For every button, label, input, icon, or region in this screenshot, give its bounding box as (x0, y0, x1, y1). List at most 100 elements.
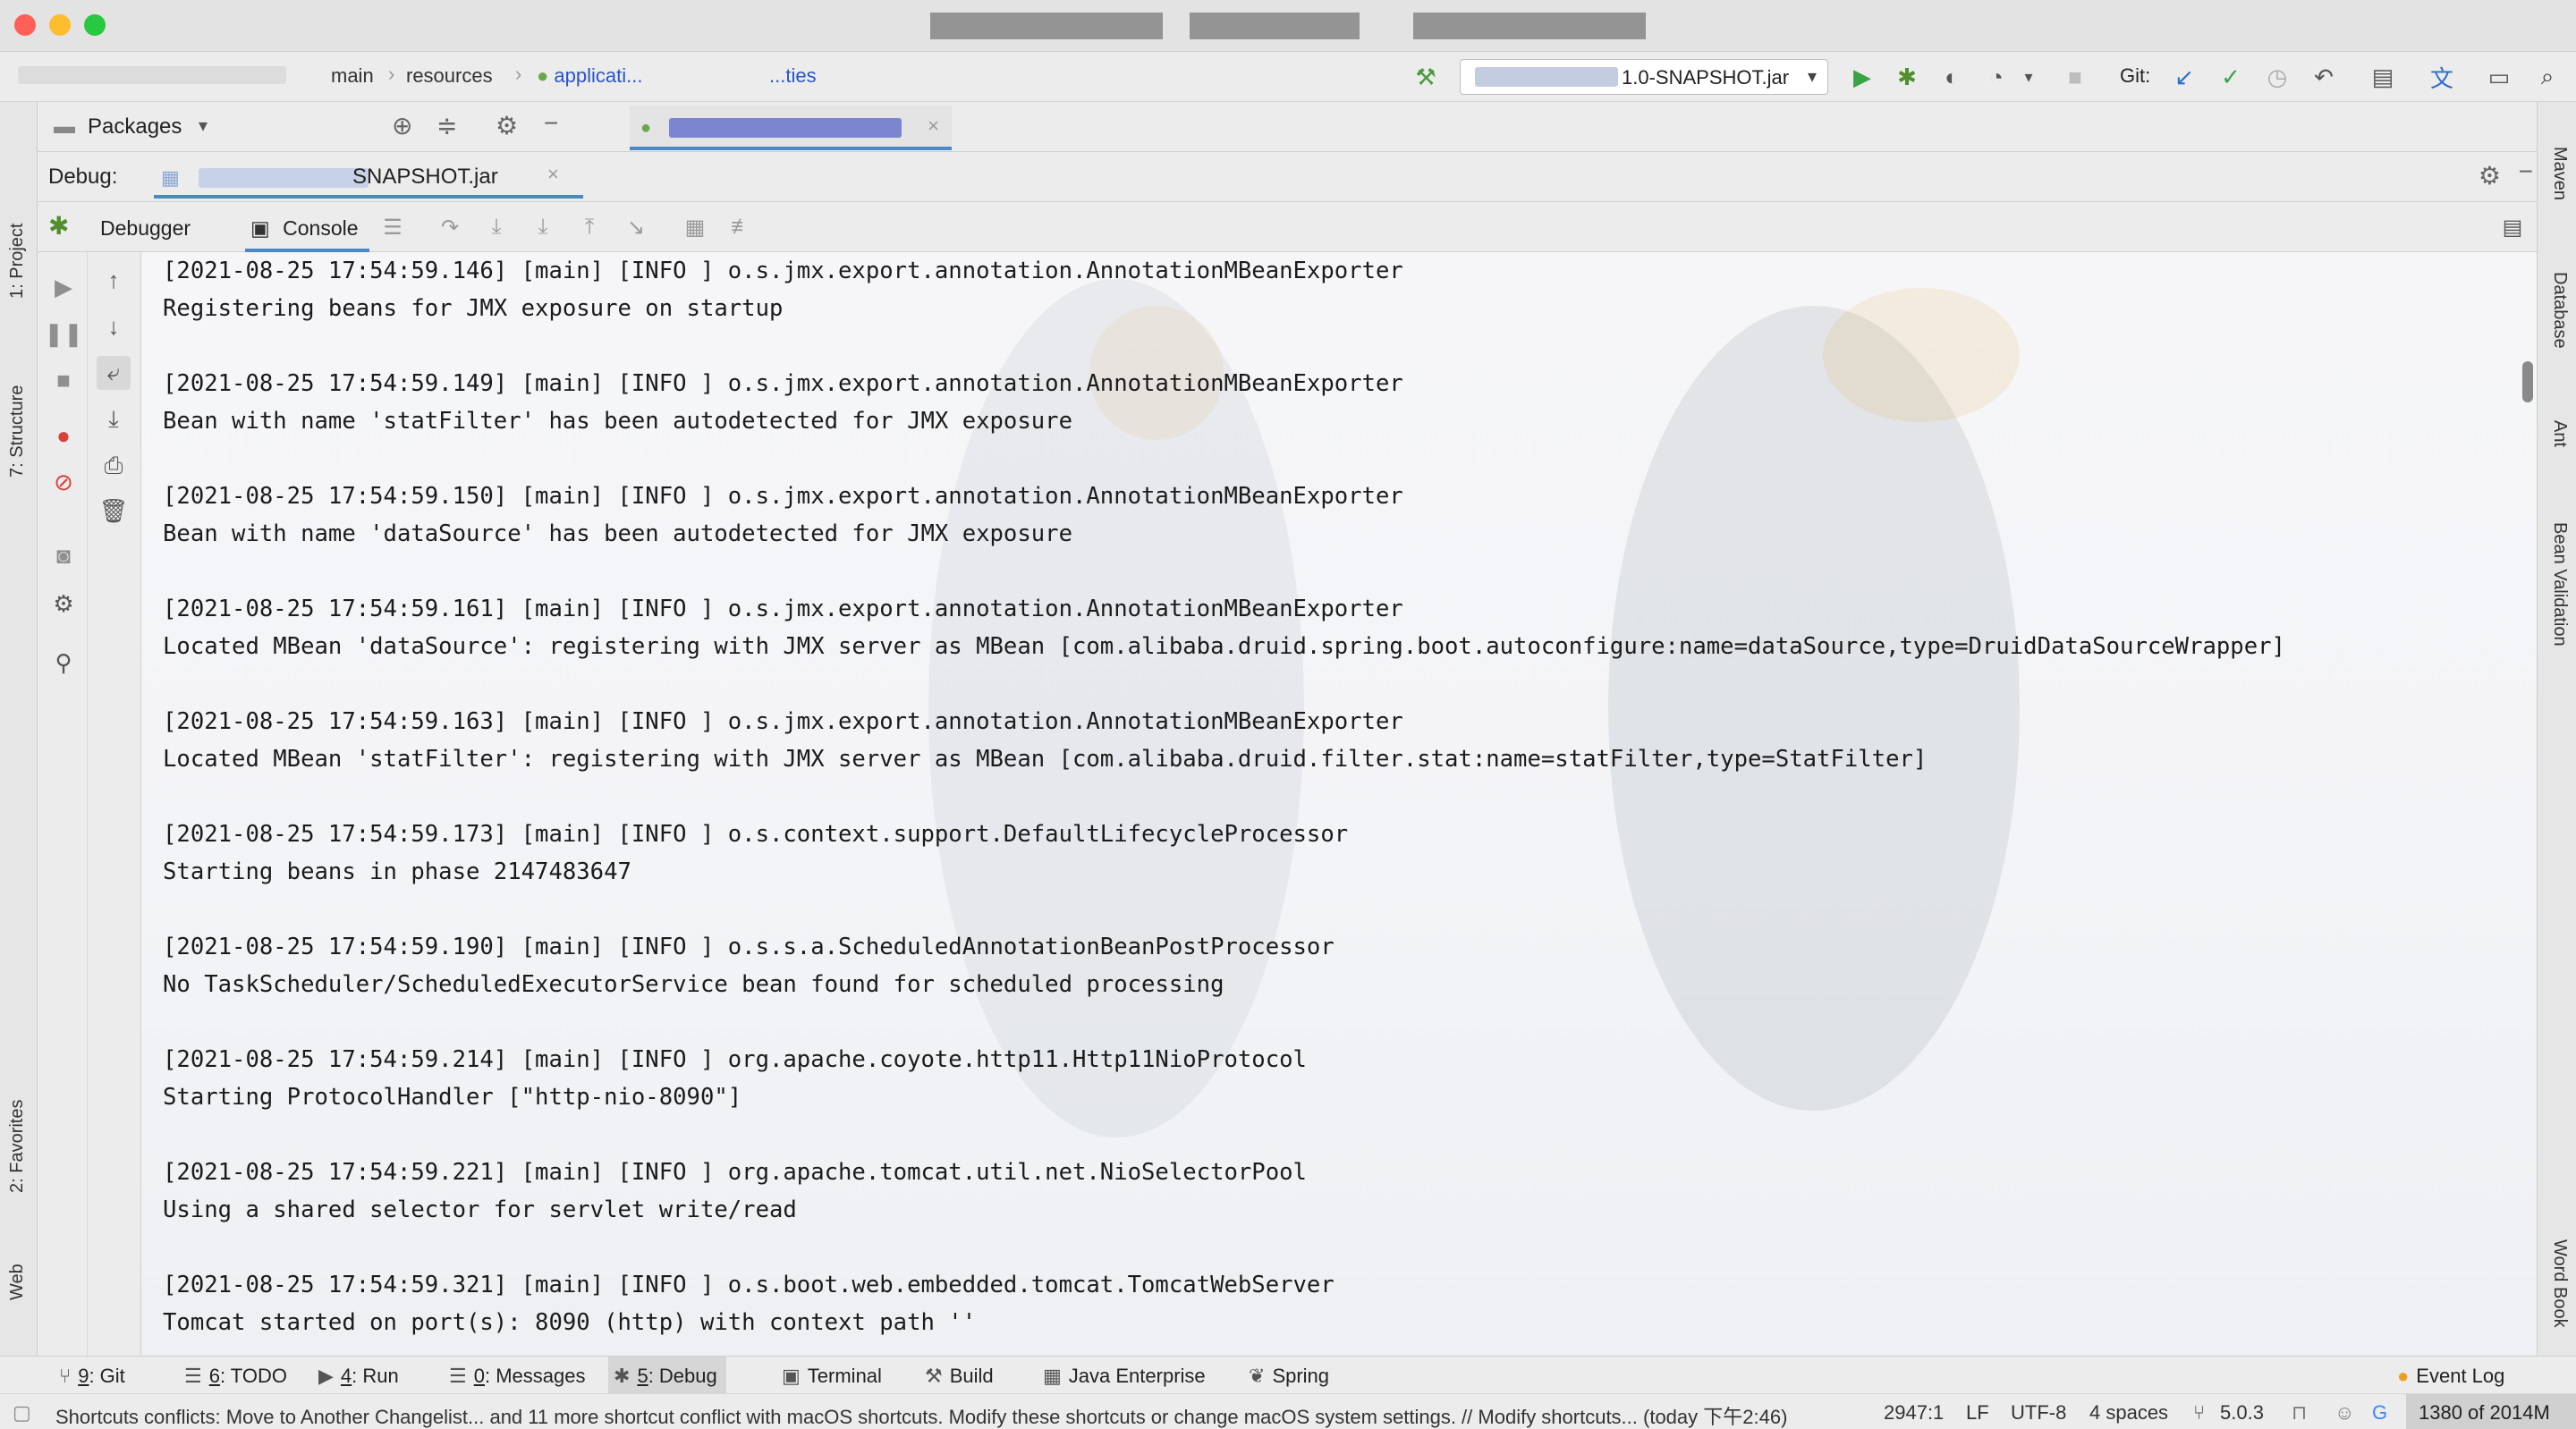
file-encoding[interactable]: UTF-8 (2011, 1401, 2066, 1425)
git-history-icon[interactable]: ◷ (2261, 61, 2293, 93)
minimize-window-button[interactable] (49, 14, 71, 36)
step-over-icon[interactable]: ↷ (435, 211, 465, 243)
bottom-tab-label: Spring (1272, 1365, 1329, 1388)
breadcrumb-main[interactable]: main (331, 64, 374, 88)
lock-icon[interactable]: ⊓ (2292, 1401, 2307, 1425)
editor-tab-application-properties[interactable]: ● × (630, 106, 952, 150)
maximize-window-button[interactable] (84, 14, 106, 36)
status-message[interactable]: Shortcuts conflicts: Move to Another Cha… (55, 1401, 1787, 1429)
minimize-panel-icon[interactable]: − (2519, 157, 2533, 186)
jar-icon: ▦ (161, 166, 180, 189)
stop-icon[interactable]: ■ (47, 363, 80, 397)
arrow-up-icon[interactable]: ↑ (97, 263, 131, 297)
build-hammer-icon[interactable]: ⚒ (1410, 61, 1442, 93)
run-to-cursor-icon[interactable]: ↘ (621, 211, 651, 243)
chevron-down-icon[interactable]: ▾ (2012, 61, 2045, 93)
debug-session-tab[interactable]: ▦ SNAPSHOT.jar × (154, 157, 583, 199)
close-window-button[interactable] (14, 14, 36, 36)
presentation-icon[interactable]: ▭ (2483, 61, 2515, 93)
breadcrumb-properties[interactable]: ...ties (769, 64, 817, 88)
chevron-down-icon[interactable]: ▾ (199, 114, 208, 137)
tab-debugger[interactable]: Debugger (100, 202, 191, 252)
git-commit-icon[interactable]: ✓ (2215, 61, 2247, 93)
gear-icon[interactable]: ⚙ (496, 111, 518, 140)
pin-icon[interactable]: ⚲ (47, 646, 80, 680)
threads-menu-icon[interactable]: ☰ (377, 211, 408, 243)
favorites-tool-tab[interactable]: 2: Favorites (7, 1100, 28, 1193)
camera-icon[interactable]: ◙ (47, 538, 80, 572)
gear-icon[interactable]: ⚙ (47, 587, 80, 621)
bottom-tab-text: : Run (352, 1365, 399, 1387)
structure-tool-tab[interactable]: 7: Structure (7, 385, 28, 478)
trash-icon[interactable]: 🗑 (97, 494, 131, 528)
close-icon[interactable]: × (547, 163, 559, 186)
profile-icon[interactable]: ◔ (1980, 61, 2012, 93)
bottom-tab-messages[interactable]: ☰ 0: Messages (444, 1357, 594, 1394)
git-rollback-icon[interactable]: ↶ (2308, 61, 2340, 93)
debug-bug-icon[interactable]: ✱ (1891, 61, 1923, 93)
project-structure-icon[interactable]: ▤ (2367, 61, 2399, 93)
bottom-tab-java-enterprise[interactable]: ▦ Java Enterprise (1038, 1357, 1215, 1394)
force-step-into-icon[interactable]: ⤓ (528, 211, 558, 243)
project-view-select[interactable]: Packages (88, 114, 182, 140)
inspector-icon[interactable]: ☺ (2334, 1401, 2354, 1425)
git-branch[interactable]: 5.0.3 (2220, 1401, 2264, 1425)
bean-validation-tool-tab[interactable]: Bean Validation (2549, 522, 2570, 647)
ant-tool-tab[interactable]: Ant (2549, 420, 2570, 447)
scroll-to-end-icon[interactable]: ⤓ (97, 402, 131, 436)
mute-breakpoints-icon[interactable]: ⊘ (47, 465, 80, 499)
step-out-icon[interactable]: ⤒ (574, 211, 605, 243)
run-configuration-select[interactable]: 1.0-SNAPSHOT.jar ▾ (1460, 59, 1828, 95)
event-log-tab[interactable]: ● Event Log (2397, 1357, 2504, 1394)
translate-icon[interactable]: 文 (2426, 61, 2458, 93)
breadcrumb-application-file[interactable]: ● applicati... (537, 64, 642, 88)
print-icon[interactable]: ⎙ (97, 449, 131, 483)
search-icon[interactable]: ⌕ (2531, 61, 2563, 93)
run-icon[interactable]: ▶ (1846, 61, 1878, 93)
arrow-down-icon[interactable]: ↓ (97, 309, 131, 343)
line-separator[interactable]: LF (1966, 1401, 1989, 1425)
memory-indicator[interactable]: 1380 of 2014M (2406, 1394, 2576, 1429)
maven-tool-tab[interactable]: Maven (2549, 147, 2570, 200)
collapse-icon[interactable]: ≑ (436, 111, 457, 140)
locate-icon[interactable]: ⊕ (392, 111, 412, 140)
indent-setting[interactable]: 4 spaces (2089, 1401, 2168, 1425)
breadcrumb-resources[interactable]: resources (406, 64, 493, 88)
bottom-tab-terminal[interactable]: ▣ Terminal (776, 1357, 891, 1394)
breadcrumb-separator: › (388, 63, 395, 85)
database-tool-tab[interactable]: Database (2549, 272, 2570, 349)
layout-icon[interactable]: ▤ (2497, 211, 2528, 243)
web-tool-tab[interactable]: Web (7, 1264, 28, 1300)
bottom-tab-build[interactable]: ⚒ Build (919, 1357, 1003, 1394)
google-icon[interactable]: G (2372, 1401, 2387, 1425)
word-book-tool-tab[interactable]: Word Book (2549, 1239, 2570, 1328)
tab-console[interactable]: ▣ Console (245, 202, 369, 252)
close-icon[interactable]: × (928, 114, 939, 138)
pause-icon[interactable]: ❚❚ (44, 317, 83, 351)
gear-icon[interactable]: ⚙ (2479, 161, 2501, 190)
bottom-tab-text: Spring (1272, 1365, 1330, 1387)
console-output[interactable]: [2021-08-25 17:54:59.146] [main] [INFO ]… (141, 252, 2537, 1356)
log-line-message: Located MBean 'dataSource': registering … (163, 633, 2285, 660)
status-square-icon[interactable]: ▢ (13, 1401, 31, 1425)
bottom-tab-spring[interactable]: ❦ Spring (1243, 1357, 1338, 1394)
git-update-icon[interactable]: ↙ (2168, 61, 2200, 93)
minimize-panel-icon[interactable]: − (544, 109, 558, 138)
bottom-tab-todo[interactable]: ☰ 6: TODO (179, 1357, 296, 1394)
caret-position[interactable]: 2947:1 (1884, 1401, 1944, 1425)
soft-wrap-icon[interactable]: ⤶ (97, 356, 131, 390)
console-scrollbar[interactable] (2522, 361, 2533, 402)
debug-session-label: SNAPSHOT.jar (352, 165, 498, 189)
trace-icon[interactable]: ≢ (726, 211, 757, 243)
bottom-tab-run[interactable]: ▶ 4: Run (313, 1357, 408, 1394)
resume-icon[interactable]: ▶ (47, 270, 80, 304)
stop-icon[interactable]: ■ (2059, 61, 2091, 93)
debug-bug-icon[interactable]: ✱ (48, 211, 69, 241)
view-breakpoints-icon[interactable]: ● (47, 419, 80, 452)
step-into-icon[interactable]: ⤓ (481, 211, 512, 243)
bottom-tab-git[interactable]: ⑂ 9: Git (54, 1357, 134, 1394)
project-tool-tab[interactable]: 1: Project (7, 224, 28, 299)
coverage-icon[interactable]: ◐ (1936, 61, 1968, 93)
bottom-tab-debug[interactable]: ✱ 5: Debug (608, 1357, 726, 1394)
evaluate-icon[interactable]: ▦ (680, 211, 710, 243)
